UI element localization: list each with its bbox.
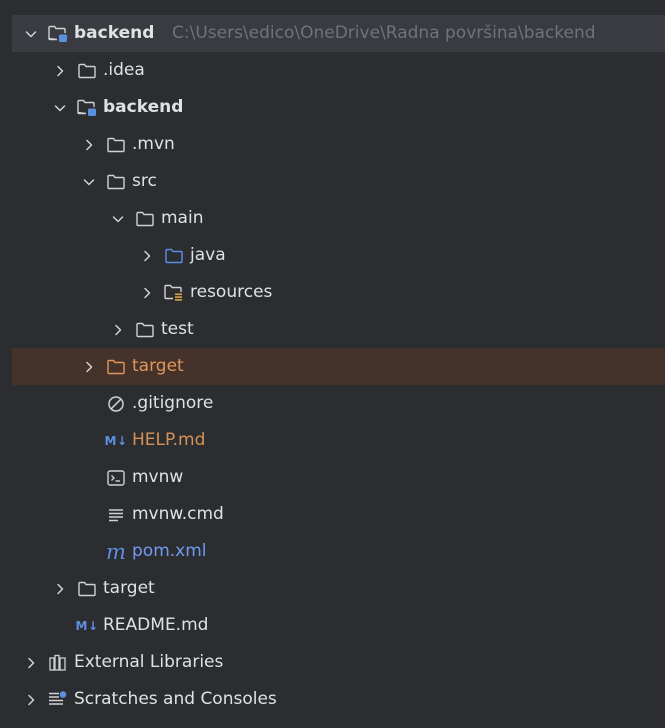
folder-icon [133,318,157,342]
maven-icon: m [104,540,128,564]
tree-item-test-8[interactable]: test [12,311,665,348]
folder-icon [75,577,99,601]
tree-item-pom-xml-14[interactable]: m pom.xml [12,533,665,570]
tree-item-label: Scratches and Consoles [74,689,277,709]
tree-item-help-md-11[interactable]: M↓ HELP.md [12,422,665,459]
tree-item-backend-0[interactable]: backend C:\Users\edico\OneDrive\Radna pov… [12,15,665,52]
tree-item-label: test [161,319,194,339]
chevron-right-icon[interactable] [138,284,156,302]
text-file-icon [104,503,128,527]
scratches-icon [46,688,70,712]
chevron-right-icon[interactable] [22,691,40,709]
tree-item-label: main [161,208,204,228]
tree-item-label: src [132,171,157,191]
folder-icon [104,133,128,157]
chevron-right-icon[interactable] [80,358,98,376]
project-path: C:\Users\edico\OneDrive\Radna površina\b… [172,23,596,43]
tree-item-label: pom.xml [132,541,207,561]
maven-icon-glyph: m [106,539,126,564]
tree-item-label: target [103,578,155,598]
tree-item-mvnw-12[interactable]: mvnw [12,459,665,496]
tree-item-label: .gitignore [132,393,214,413]
tree-item-target-9[interactable]: target [12,348,665,385]
tree-item-target-15[interactable]: target [12,570,665,607]
tree-item-label: HELP.md [132,430,206,450]
ignore-file-icon [104,392,128,416]
chevron-right-icon[interactable] [51,62,69,80]
chevron-down-icon[interactable] [109,210,127,228]
tree-item-src-4[interactable]: src [12,163,665,200]
terminal-script-icon [104,466,128,490]
tree-item-java-6[interactable]: java [12,237,665,274]
folder-icon [75,59,99,83]
tree-item-label: .mvn [132,134,175,154]
libraries-icon [46,651,70,675]
tree-item-label: java [190,245,226,265]
chevron-right-icon[interactable] [109,321,127,339]
tree-item-main-5[interactable]: main [12,200,665,237]
chevron-right-icon[interactable] [22,654,40,672]
tree-item-label: target [132,356,184,376]
chevron-right-icon[interactable] [80,136,98,154]
chevron-down-icon[interactable] [80,173,98,191]
markdown-icon-glyph: M↓ [104,433,128,448]
tree-item-label: .idea [103,60,145,80]
tree-item-label: backend [74,23,155,43]
folder-icon [133,207,157,231]
markdown-icon-glyph: M↓ [75,618,99,633]
chevron-down-icon[interactable] [51,99,69,117]
chevron-right-icon[interactable] [138,247,156,265]
tree-item-backend-2[interactable]: backend [12,89,665,126]
tree-item-readme-md-16[interactable]: M↓ README.md [12,607,665,644]
tree-item-mvn-3[interactable]: .mvn [12,126,665,163]
tree-item-gitignore-10[interactable]: .gitignore [12,385,665,422]
tree-item-label: mvnw.cmd [132,504,224,524]
markdown-icon: M↓ [75,614,99,638]
tree-item-idea-1[interactable]: .idea [12,52,665,89]
folder-icon [104,170,128,194]
chevron-down-icon[interactable] [22,25,40,43]
tree-item-scratches-and-consoles-18[interactable]: Scratches and Consoles [12,681,665,718]
excluded-folder-icon [104,355,128,379]
tree-item-external-libraries-17[interactable]: External Libraries [12,644,665,681]
tree-item-label: backend [103,97,184,117]
module-folder-icon [46,22,70,46]
tree-item-label: resources [190,282,273,302]
tree-item-label: README.md [103,615,209,635]
module-folder-icon [75,96,99,120]
resources-folder-icon [162,281,186,305]
source-folder-icon [162,244,186,268]
project-tree[interactable]: backend C:\Users\edico\OneDrive\Radna pov… [12,15,665,728]
tree-item-resources-7[interactable]: resources [12,274,665,311]
tree-item-label: mvnw [132,467,184,487]
tree-item-mvnw-cmd-13[interactable]: mvnw.cmd [12,496,665,533]
markdown-icon: M↓ [104,429,128,453]
tree-item-label: External Libraries [74,652,224,672]
chevron-right-icon[interactable] [51,580,69,598]
